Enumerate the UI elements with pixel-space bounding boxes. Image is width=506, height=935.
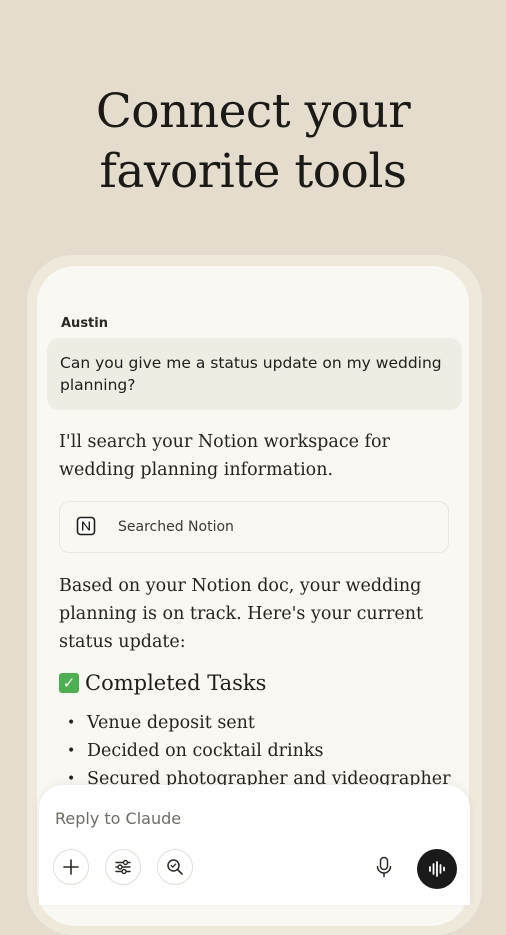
bullet: • <box>67 715 76 731</box>
task-text: Decided on cocktail drinks <box>87 741 324 761</box>
add-button[interactable] <box>53 849 89 885</box>
voice-waveform-icon <box>429 861 445 877</box>
tool-call-label: Searched Notion <box>118 519 234 535</box>
assistant-intro-text: I'll search your Notion workspace for we… <box>59 432 390 480</box>
tool-call-card[interactable]: Searched Notion <box>59 501 449 553</box>
task-list: • Venue deposit sent • Decided on cockta… <box>67 709 467 793</box>
check-mark-icon: ✓ <box>59 673 79 693</box>
hero-title-line-2: favorite tools <box>99 144 407 199</box>
reply-composer: Reply to Claude <box>39 785 470 905</box>
notion-icon <box>76 516 96 536</box>
sliders-icon <box>115 859 131 875</box>
list-item: • Decided on cocktail drinks <box>67 737 467 765</box>
microphone-button[interactable] <box>369 851 399 883</box>
user-message-bubble: Can you give me a status update on my we… <box>47 338 462 410</box>
bullet: • <box>67 743 76 759</box>
search-icon <box>167 859 183 875</box>
section-title: Completed Tasks <box>85 671 267 695</box>
user-name: Austin <box>61 316 108 331</box>
add-icon <box>63 859 79 875</box>
assistant-summary-text: Based on your Notion doc, your wedding p… <box>59 576 424 652</box>
tools-settings-button[interactable] <box>105 849 141 885</box>
list-item: • Venue deposit sent <box>67 709 467 737</box>
voice-mode-button[interactable] <box>417 849 457 889</box>
completed-tasks-heading: ✓ Completed Tasks <box>59 671 266 695</box>
research-button[interactable] <box>157 849 193 885</box>
hero-title-line-1: Connect your <box>95 84 411 139</box>
hero-title: Connect your favorite tools <box>0 82 506 202</box>
user-message-text: Can you give me a status update on my we… <box>60 354 442 394</box>
task-text: Venue deposit sent <box>87 713 255 733</box>
microphone-icon <box>376 856 392 878</box>
reply-input[interactable]: Reply to Claude <box>55 809 181 828</box>
